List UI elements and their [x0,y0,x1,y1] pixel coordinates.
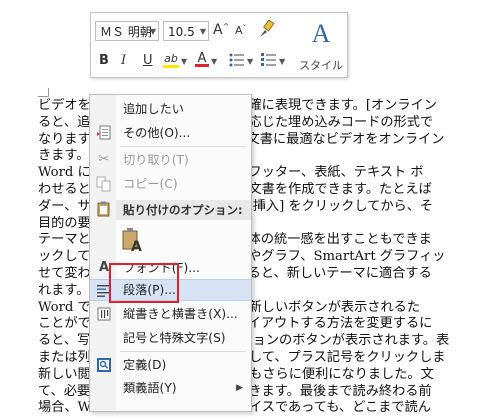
bullet-list-icon [229,53,244,67]
mini-toolbar: ＭＳ 明朝 ▼ 10.5 ▼ A^ Aˇ B I U ab ▼ A ▼ ▼ ▼ … [90,12,348,78]
highlight-color-bar [163,65,179,68]
font-color-button[interactable]: A [195,51,209,67]
styles-button[interactable]: A スタイル [299,19,343,73]
bold-button[interactable]: B [99,53,109,68]
chevron-down-icon[interactable]: ▼ [279,57,285,66]
menu-item-label: 類義語(Y) [123,381,177,395]
font-color-icon: A [197,51,207,66]
menu-item-define[interactable]: 定義(D) [90,354,251,376]
highlight-button[interactable]: ab [163,51,179,68]
format-painter-button[interactable] [257,19,275,44]
menu-item-synonyms[interactable]: 類義語(Y) ▶ [90,377,251,399]
chevron-down-icon: ▼ [149,27,156,36]
styles-label: スタイル [299,59,343,72]
chevron-down-icon[interactable]: ▼ [181,57,187,66]
copy-icon [96,176,112,192]
styles-icon: A [311,19,331,48]
define-icon [96,357,112,373]
menu-item-label: 定義(D) [123,358,167,372]
page-corner-mark [38,88,49,97]
grow-font-icon: A [213,22,223,38]
svg-text:A: A [131,239,142,253]
menu-item-symbols[interactable]: 記号と特殊文字(S) [90,327,251,349]
menu-item-label: 切り取り(T) [123,153,189,167]
paste-options-label: 貼り付けのオプション: [116,200,251,220]
italic-button[interactable]: I [121,53,126,68]
paste-text-only-icon: A [121,227,145,260]
document-icon [96,125,112,141]
menu-item-more[interactable]: その他(O)... [90,122,251,144]
font-size-select[interactable]: 10.5 ▼ [163,21,209,41]
submenu-arrow-icon: ▶ [236,383,243,393]
bullets-button[interactable] [229,53,245,71]
annotation-highlight-box [109,263,179,303]
menu-separator [120,351,246,352]
font-name-select[interactable]: ＭＳ 明朝 ▼ [95,21,159,41]
text-direction-icon [96,306,112,322]
menu-item-label: その他(O)... [123,126,191,140]
chevron-down-icon[interactable]: ▼ [211,57,217,66]
grow-font-button[interactable]: A^ [213,22,229,38]
menu-item-add[interactable]: 追加したい [90,98,251,120]
clipboard-icon [96,201,112,217]
shrink-font-button[interactable]: Aˇ [235,24,247,37]
font-size-value: 10.5 [168,25,195,39]
shrink-font-icon: A [235,24,243,37]
menu-item-text-direction[interactable]: 縦書きと横書き(X)... [90,303,251,325]
format-painter-icon [260,19,275,37]
menu-item-label: コピー(C) [123,177,178,191]
highlight-icon: ab [164,52,178,65]
underline-button[interactable]: U [143,53,153,68]
numbering-button[interactable] [261,53,277,71]
menu-separator [120,146,246,147]
menu-item-label: 記号と特殊文字(S) [123,331,226,345]
menu-item-cut[interactable]: ✂ 切り取り(T) [90,149,251,171]
font-name-value: ＭＳ 明朝 [100,25,152,39]
numbered-list-icon [261,53,276,66]
context-menu: 追加したい その他(O)... ✂ 切り取り(T) コピー(C) 貼り付けのオプ… [89,94,252,412]
menu-item-label: 追加したい [123,102,184,116]
scissors-icon: ✂ [98,152,110,167]
chevron-down-icon[interactable]: ▼ [247,57,253,66]
menu-item-copy[interactable]: コピー(C) [90,173,251,195]
paste-keep-text-only[interactable]: A [90,223,251,255]
chevron-down-icon: ▼ [199,27,206,36]
menu-item-label: 縦書きと横書き(X)... [123,307,238,321]
